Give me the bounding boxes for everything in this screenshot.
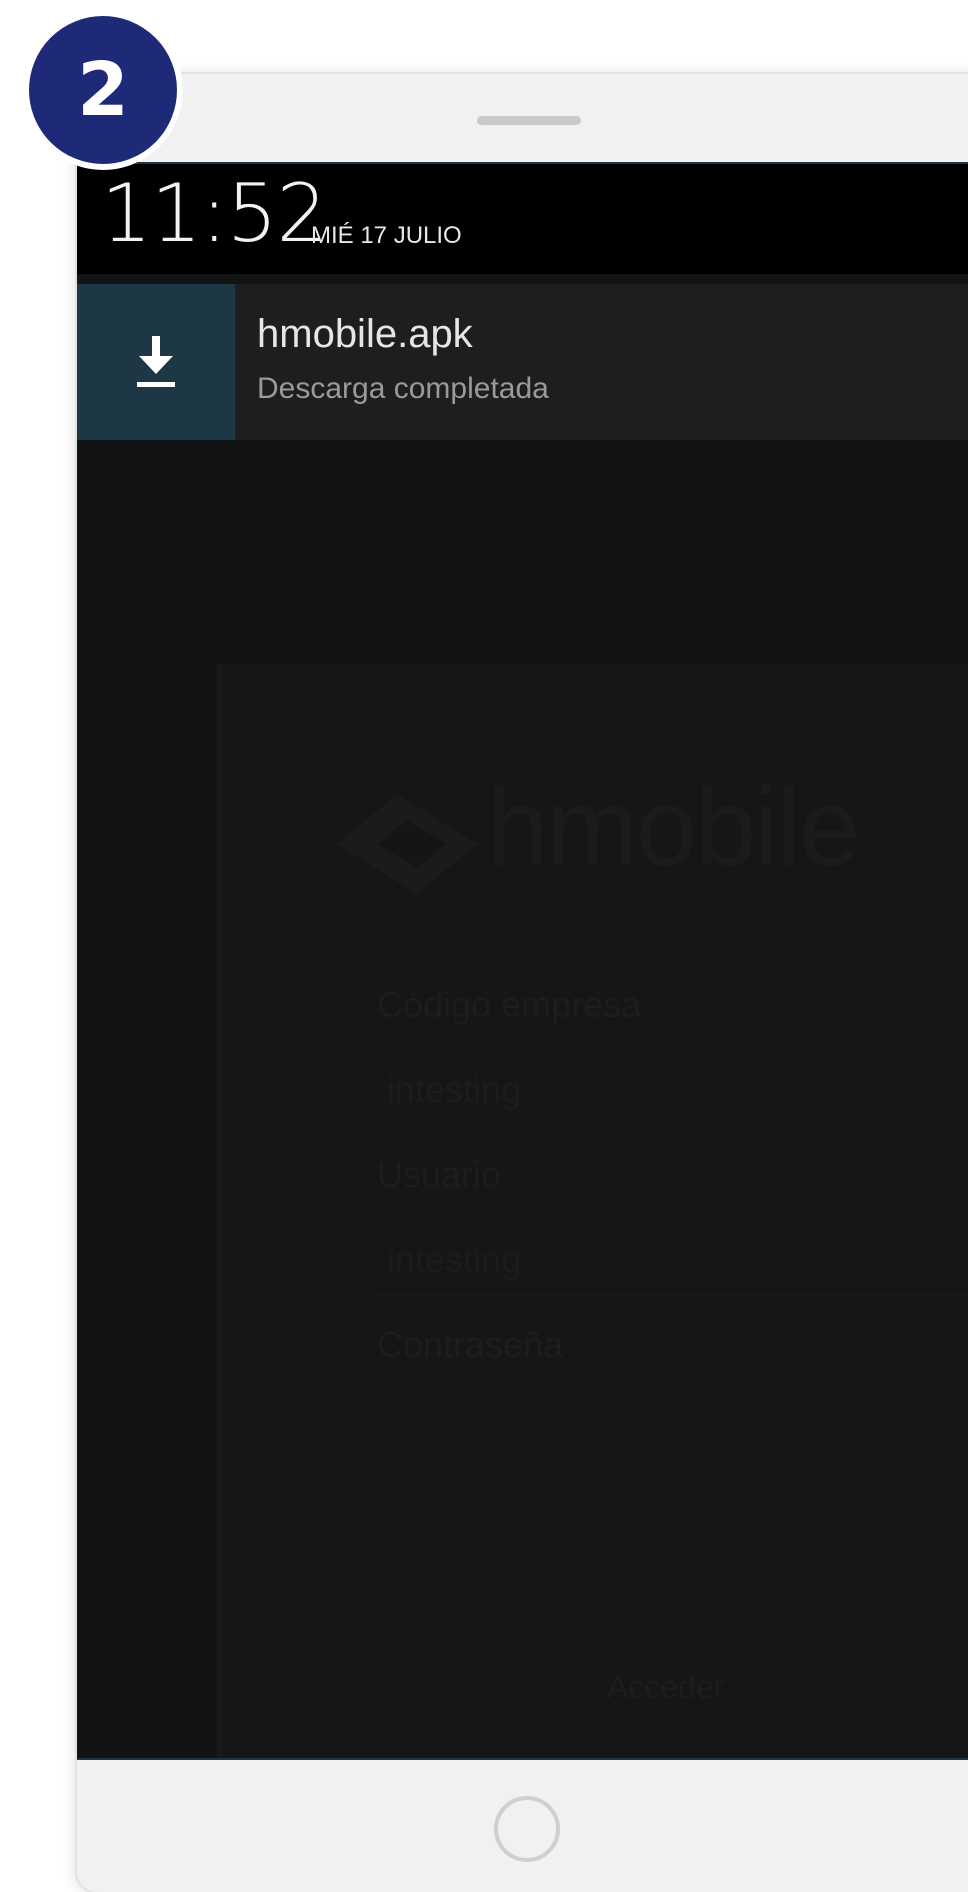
home-button[interactable] [494,1796,560,1862]
hmobile-logo-icon [337,794,477,894]
date: MIÉ 17 JULIO [311,222,462,249]
notification-title: hmobile.apk [257,312,473,356]
notification-icon-box [77,284,235,440]
background-logo-text: hmobile [487,766,860,889]
background-label-company: Código empresa [377,984,642,1025]
background-label-user: Usuario [377,1154,502,1195]
page: 2 hmobile Código empresa intesting Usuar… [0,0,968,1892]
download-icon [137,336,175,387]
background-value-company: intesting [387,1069,522,1110]
background-field-line [377,1124,968,1126]
phone-screen: hmobile Código empresa intesting Usuario… [77,162,968,1760]
step-badge: 2 [23,10,183,170]
background-label-password: Contraseña [377,1324,564,1365]
notification-subtitle: Descarga completada [257,372,549,405]
phone-speaker [477,116,581,125]
clock: 11:52 [101,167,328,260]
download-notification[interactable]: hmobile.apk Descarga completada [77,284,968,440]
notification-shade-header: 11:52 MIÉ 17 JULIO [77,164,968,274]
background-value-user: intesting [387,1239,522,1280]
background-login-button: Acceder [607,1669,725,1705]
background-field-line [377,1294,968,1296]
phone-frame: hmobile Código empresa intesting Usuario… [75,72,968,1892]
